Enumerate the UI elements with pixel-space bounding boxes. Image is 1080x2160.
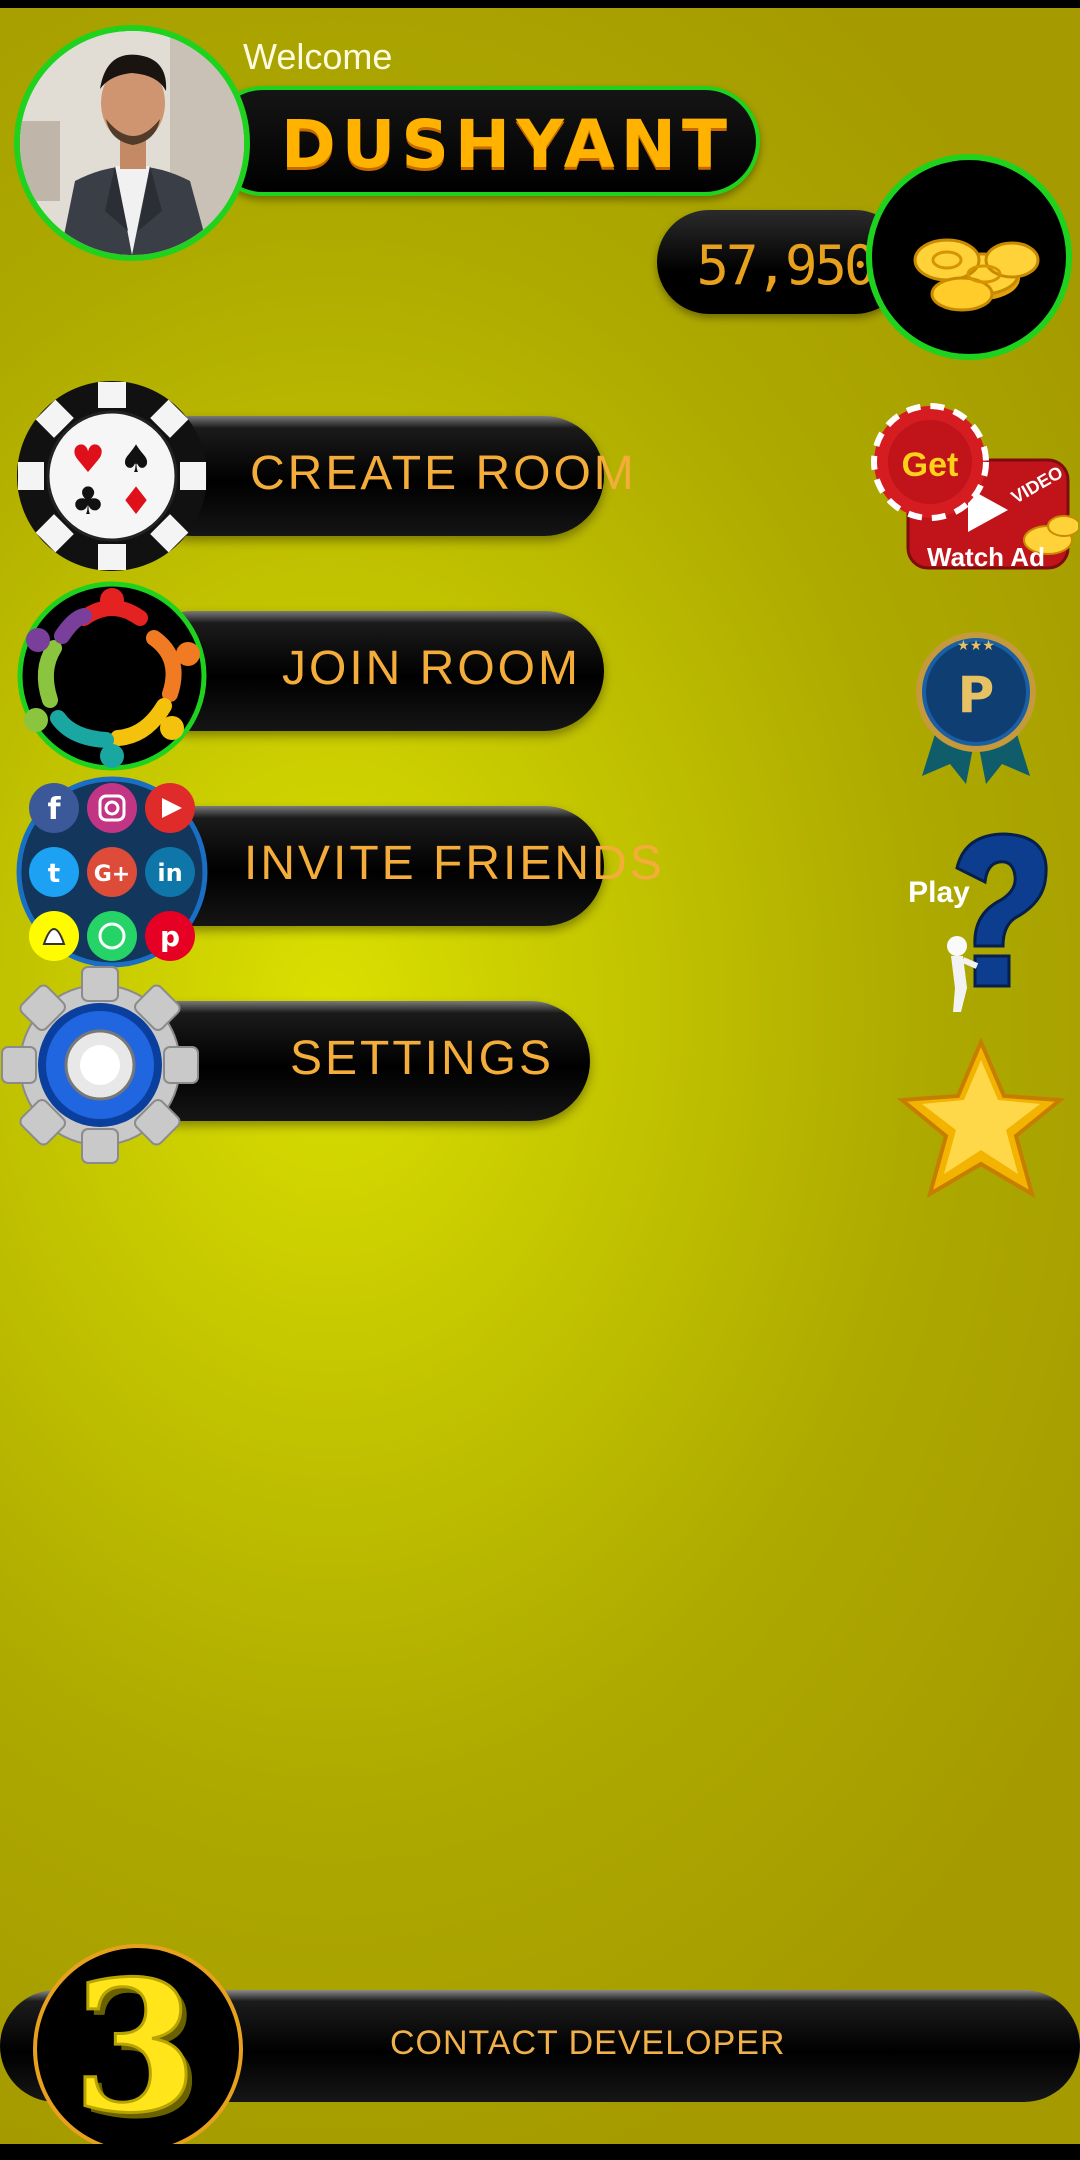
invite-friends-label: INVITE FRIENDS xyxy=(244,837,665,890)
contact-developer-label: CONTACT DEVELOPER xyxy=(390,2024,786,2062)
svg-text:G+: G+ xyxy=(94,862,131,887)
get-text: Get xyxy=(902,446,959,484)
premium-badge-icon: ★★★ P xyxy=(916,632,1036,784)
play-label: Play xyxy=(908,876,970,909)
svg-text:t: t xyxy=(48,859,60,889)
player-name: DUSHYANT xyxy=(281,106,733,183)
avatar-photo xyxy=(20,31,244,255)
poker-chip-icon: ♥ ♠ ♣ ♦ xyxy=(17,381,207,571)
gold-coins-icon xyxy=(913,238,1040,312)
star-icon xyxy=(896,1036,1066,1199)
question-mark-icon: Play xyxy=(908,832,1048,1012)
watch-ad-icon: Get VIDEO Watch Ad xyxy=(871,403,1080,572)
coin-balance-value: 57,950 xyxy=(696,234,876,297)
watch-ad-button[interactable]: Get VIDEO Watch Ad xyxy=(868,400,1080,580)
home-screen: Welcome DUSHYANT 57,950 CREATE ROOM ♥ ♠ … xyxy=(0,8,1080,2144)
create-room-label: CREATE ROOM xyxy=(250,447,637,500)
premium-button[interactable]: ★★★ P xyxy=(910,628,1042,788)
developer-logo-icon: 3 3 xyxy=(71,1941,204,2145)
logo-digit: 3 xyxy=(72,1948,197,2144)
rate-app-button[interactable] xyxy=(896,1036,1066,1202)
coin-shop-button[interactable] xyxy=(866,154,1072,360)
svg-text:♦: ♦ xyxy=(119,479,153,523)
svg-text:♥: ♥ xyxy=(71,437,105,481)
svg-text:♠: ♠ xyxy=(119,437,153,481)
developer-logo: 3 3 xyxy=(33,1941,243,2145)
social-share-icon: f t G+ in p xyxy=(16,776,208,968)
player-avatar[interactable] xyxy=(14,25,250,261)
gear-icon xyxy=(1,966,199,1164)
settings-label: SETTINGS xyxy=(290,1032,555,1085)
welcome-text: Welcome xyxy=(243,36,393,77)
svg-text:♣: ♣ xyxy=(71,479,105,523)
premium-letter: P xyxy=(958,666,995,724)
svg-text:f: f xyxy=(47,792,61,827)
svg-text:in: in xyxy=(157,859,182,887)
watch-ad-label: Watch Ad xyxy=(927,542,1045,572)
svg-text:★★★: ★★★ xyxy=(957,638,995,654)
group-people-icon xyxy=(17,581,207,771)
join-room-label: JOIN ROOM xyxy=(282,642,581,695)
svg-text:p: p xyxy=(160,920,180,953)
how-to-play-button[interactable]: Play xyxy=(905,828,1055,1018)
